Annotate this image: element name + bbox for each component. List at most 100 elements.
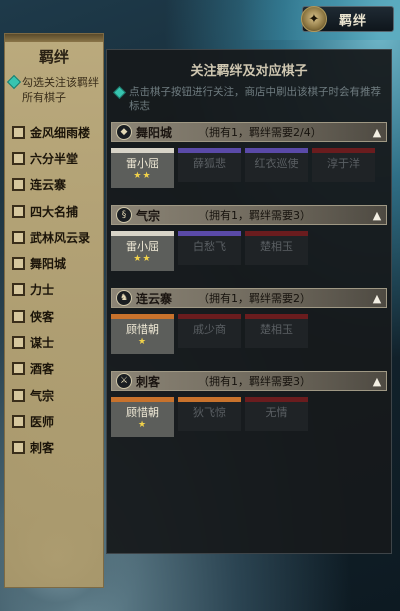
bond-group-header[interactable]: § 气宗 （拥有1，羁绊需要3） ▲ bbox=[111, 205, 387, 225]
chess-piece-name: 红衣巡使 bbox=[254, 157, 299, 170]
checkbox[interactable] bbox=[12, 230, 25, 244]
bond-group-name: 连云寨 bbox=[136, 291, 173, 306]
star-rating: ★ bbox=[137, 337, 148, 347]
chess-piece-button[interactable]: 戚少商 bbox=[178, 314, 241, 348]
chess-piece-name: 楚相玉 bbox=[260, 323, 293, 336]
bond-checkbox-item[interactable]: 六分半堂 bbox=[5, 145, 103, 171]
checkbox[interactable] bbox=[12, 309, 25, 323]
bond-checkbox-label: 谋士 bbox=[30, 336, 55, 351]
chess-piece-button[interactable]: 狄飞惊 bbox=[178, 397, 241, 431]
checkbox[interactable] bbox=[12, 204, 25, 218]
rarity-bar bbox=[312, 148, 375, 153]
rarity-bar bbox=[111, 314, 174, 319]
checkbox[interactable] bbox=[12, 151, 25, 165]
chess-piece-name: 淳于洋 bbox=[327, 157, 360, 170]
chess-piece-button[interactable]: 红衣巡使 bbox=[245, 148, 308, 182]
bond-checkbox-label: 四大名捕 bbox=[30, 204, 79, 219]
bond-checkbox-item[interactable]: 酒客 bbox=[5, 356, 103, 382]
bond-toggle-button[interactable]: ✦ 羁绊 bbox=[301, 6, 394, 32]
chess-piece-name: 顾惜朝 bbox=[126, 323, 159, 336]
bond-checkbox-item[interactable]: 武林风云录 bbox=[5, 224, 103, 250]
bond-group-status: （拥有1，羁绊需要3） bbox=[198, 375, 311, 388]
collapse-chevron-icon[interactable]: ▲ bbox=[368, 126, 386, 139]
bond-checkbox-item[interactable]: 四大名捕 bbox=[5, 198, 103, 224]
bond-checkbox-label: 六分半堂 bbox=[30, 151, 79, 166]
bond-checkbox-item[interactable]: 气宗 bbox=[5, 382, 103, 408]
chess-piece-button[interactable]: 楚相玉 bbox=[245, 314, 308, 348]
bond-checkbox-label: 连云寨 bbox=[30, 178, 67, 193]
checkbox[interactable] bbox=[12, 441, 25, 455]
bond-group: ◆ 舞阳城 （拥有1，羁绊需要2/4） ▲ 雷小屈 ★★ 薛狐悲 红衣巡使 淳于洋 bbox=[111, 122, 387, 196]
bond-emblem-icon: ✦ bbox=[301, 6, 327, 32]
bond-checkbox-label: 侠客 bbox=[30, 309, 55, 324]
checkbox[interactable] bbox=[12, 178, 25, 192]
checkbox[interactable] bbox=[12, 336, 25, 350]
chess-piece-button[interactable]: 无情 bbox=[245, 397, 308, 431]
checkbox[interactable] bbox=[12, 283, 25, 297]
bond-checkbox-item[interactable]: 金风细雨楼 bbox=[5, 119, 103, 145]
star-rating: ★ bbox=[137, 420, 148, 430]
followed-bonds-panel: 关注羁绊及对应棋子 点击棋子按钮进行关注，商店中刷出该棋子时会有推荐标志 ◆ 舞阳… bbox=[106, 49, 392, 554]
bond-groups: ◆ 舞阳城 （拥有1，羁绊需要2/4） ▲ 雷小屈 ★★ 薛狐悲 红衣巡使 淳于洋 § 气宗 （拥有1… bbox=[107, 122, 391, 445]
chess-piece-name: 戚少商 bbox=[193, 323, 226, 336]
bond-checkbox-item[interactable]: 舞阳城 bbox=[5, 250, 103, 276]
checkbox[interactable] bbox=[12, 125, 25, 139]
bond-checkbox-item[interactable]: 医师 bbox=[5, 408, 103, 434]
collapse-chevron-icon[interactable]: ▲ bbox=[368, 292, 386, 305]
rarity-bar bbox=[245, 314, 308, 319]
bond-toggle-label: 羁绊 bbox=[339, 13, 368, 29]
chess-piece-button[interactable]: 楚相玉 bbox=[245, 231, 308, 265]
chess-piece-name: 薛狐悲 bbox=[193, 157, 226, 170]
bond-checkbox-item[interactable]: 刺客 bbox=[5, 435, 103, 461]
bond-group-name: 气宗 bbox=[136, 208, 161, 223]
rarity-bar bbox=[111, 148, 174, 153]
scroll-rod bbox=[5, 34, 103, 42]
flame-icon: ♞ bbox=[116, 290, 132, 306]
chess-piece-name: 楚相玉 bbox=[260, 240, 293, 253]
bond-group-header[interactable]: ♞ 连云寨 （拥有1，羁绊需要2） ▲ bbox=[111, 288, 387, 308]
chess-piece-button[interactable]: 雷小屈 ★★ bbox=[111, 231, 174, 271]
checkbox[interactable] bbox=[12, 414, 25, 428]
hint-gem-icon bbox=[6, 74, 22, 90]
bond-group-header[interactable]: ⚔ 刺客 （拥有1，羁绊需要3） ▲ bbox=[111, 371, 387, 391]
bond-checkbox-item[interactable]: 侠客 bbox=[5, 303, 103, 329]
bond-panel-hint: 勾选关注该羁绊所有棋子 bbox=[6, 74, 99, 105]
chess-piece-button[interactable]: 雷小屈 ★★ bbox=[111, 148, 174, 188]
chess-piece-name: 狄飞惊 bbox=[193, 406, 226, 419]
bond-panel-title: 羁绊 bbox=[38, 48, 69, 66]
bond-group-status: （拥有1，羁绊需要3） bbox=[198, 209, 311, 222]
bond-filter-panel: 羁绊 勾选关注该羁绊所有棋子 金风细雨楼六分半堂连云寨四大名捕武林风云录 舞阳城力… bbox=[4, 33, 104, 588]
rarity-bar bbox=[178, 148, 241, 153]
chess-piece-button[interactable]: 白愁飞 bbox=[178, 231, 241, 265]
rarity-bar bbox=[245, 397, 308, 402]
checkbox[interactable] bbox=[12, 362, 25, 376]
chess-piece-button[interactable]: 薛狐悲 bbox=[178, 148, 241, 182]
bond-group-header[interactable]: ◆ 舞阳城 （拥有1，羁绊需要2/4） ▲ bbox=[111, 122, 387, 142]
bond-checkbox-item[interactable]: 谋士 bbox=[5, 329, 103, 355]
bond-group: § 气宗 （拥有1，羁绊需要3） ▲ 雷小屈 ★★ 白愁飞 楚相玉 bbox=[111, 205, 387, 279]
bond-checkbox-item[interactable]: 力士 bbox=[5, 277, 103, 303]
checkbox[interactable] bbox=[12, 388, 25, 402]
rarity-bar bbox=[245, 231, 308, 236]
blade-icon: ⚔ bbox=[116, 373, 132, 389]
chess-piece-name: 顾惜朝 bbox=[126, 406, 159, 419]
followed-bonds-hint-text: 点击棋子按钮进行关注，商店中刷出该棋子时会有推荐标志 bbox=[129, 86, 381, 112]
followed-bonds-hint: 点击棋子按钮进行关注，商店中刷出该棋子时会有推荐标志 bbox=[113, 85, 383, 113]
rarity-bar bbox=[245, 148, 308, 153]
chess-piece-button[interactable]: 顾惜朝 ★ bbox=[111, 314, 174, 354]
swirl-icon: § bbox=[116, 207, 132, 223]
bond-checkbox-label: 金风细雨楼 bbox=[30, 125, 91, 140]
star-rating: ★★ bbox=[133, 254, 152, 264]
chess-piece-button[interactable]: 淳于洋 bbox=[312, 148, 375, 182]
collapse-chevron-icon[interactable]: ▲ bbox=[368, 209, 386, 222]
bond-checkbox-item[interactable]: 连云寨 bbox=[5, 172, 103, 198]
checkbox[interactable] bbox=[12, 257, 25, 271]
rarity-bar bbox=[178, 397, 241, 402]
collapse-chevron-icon[interactable]: ▲ bbox=[368, 375, 386, 388]
bond-panel-hint-text: 勾选关注该羁绊所有棋子 bbox=[22, 76, 99, 104]
chess-piece-button[interactable]: 顾惜朝 ★ bbox=[111, 397, 174, 437]
rarity-bar bbox=[111, 397, 174, 402]
chess-piece-name: 雷小屈 bbox=[126, 157, 159, 170]
followed-bonds-title: 关注羁绊及对应棋子 bbox=[190, 64, 308, 79]
bond-checkbox-label: 酒客 bbox=[30, 362, 55, 377]
